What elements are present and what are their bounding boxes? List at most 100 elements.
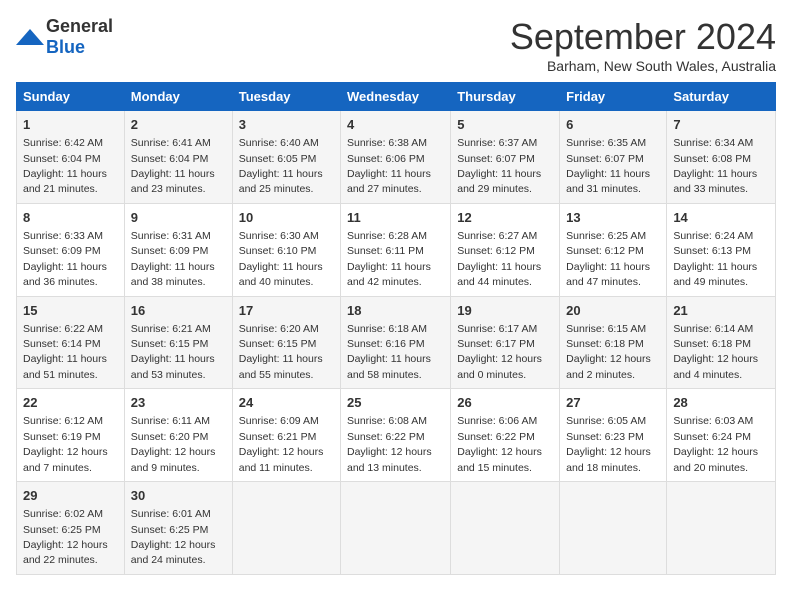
header-day-tuesday: Tuesday: [232, 83, 340, 111]
calendar-empty-cell: [451, 482, 560, 575]
calendar-day-cell: 10 Sunrise: 6:30 AMSunset: 6:10 PMDayligh…: [232, 203, 340, 296]
calendar-day-cell: 16 Sunrise: 6:21 AMSunset: 6:15 PMDayligh…: [124, 296, 232, 389]
day-info: Sunrise: 6:01 AMSunset: 6:25 PMDaylight:…: [131, 508, 216, 566]
calendar-week-row: 22Sunrise: 6:12 AMSunset: 6:19 PMDayligh…: [17, 389, 776, 482]
day-number: 9: [131, 209, 226, 227]
day-number: 10: [239, 209, 334, 227]
location-title: Barham, New South Wales, Australia: [510, 58, 776, 74]
calendar-day-cell: 19 Sunrise: 6:17 AMSunset: 6:17 PMDayligh…: [451, 296, 560, 389]
day-number: 17: [239, 302, 334, 320]
day-info: Sunrise: 6:18 AMSunset: 6:16 PMDaylight:…: [347, 323, 431, 381]
day-info: Sunrise: 6:34 AMSunset: 6:08 PMDaylight:…: [673, 137, 757, 195]
day-number: 29: [23, 487, 118, 505]
day-info: Sunrise: 6:05 AMSunset: 6:23 PMDaylight:…: [566, 415, 651, 473]
day-number: 28: [673, 394, 769, 412]
calendar-day-cell: 7 Sunrise: 6:34 AMSunset: 6:08 PMDaylight…: [667, 111, 776, 204]
calendar-day-cell: 28Sunrise: 6:03 AMSunset: 6:24 PMDayligh…: [667, 389, 776, 482]
day-number: 1: [23, 116, 118, 134]
calendar-empty-cell: [232, 482, 340, 575]
calendar-day-cell: 5Sunrise: 6:37 AMSunset: 6:07 PMDaylight…: [451, 111, 560, 204]
day-info: Sunrise: 6:09 AMSunset: 6:21 PMDaylight:…: [239, 415, 324, 473]
day-info: Sunrise: 6:42 AMSunset: 6:04 PMDaylight:…: [23, 137, 107, 195]
day-info: Sunrise: 6:06 AMSunset: 6:22 PMDaylight:…: [457, 415, 542, 473]
calendar-day-cell: 26 Sunrise: 6:06 AMSunset: 6:22 PMDayligh…: [451, 389, 560, 482]
day-number: 23: [131, 394, 226, 412]
calendar-week-row: 1 Sunrise: 6:42 AMSunset: 6:04 PMDaylight…: [17, 111, 776, 204]
day-info: Sunrise: 6:33 AMSunset: 6:09 PMDaylight:…: [23, 230, 107, 288]
header-day-wednesday: Wednesday: [341, 83, 451, 111]
calendar-day-cell: 29 Sunrise: 6:02 AMSunset: 6:25 PMDayligh…: [17, 482, 125, 575]
calendar-day-cell: 20 Sunrise: 6:15 AMSunset: 6:18 PMDayligh…: [560, 296, 667, 389]
calendar-table: SundayMondayTuesdayWednesdayThursdayFrid…: [16, 82, 776, 575]
day-number: 20: [566, 302, 660, 320]
day-info: Sunrise: 6:31 AMSunset: 6:09 PMDaylight:…: [131, 230, 215, 288]
calendar-day-cell: 22Sunrise: 6:12 AMSunset: 6:19 PMDayligh…: [17, 389, 125, 482]
day-info: Sunrise: 6:38 AMSunset: 6:06 PMDaylight:…: [347, 137, 431, 195]
day-number: 26: [457, 394, 553, 412]
day-number: 13: [566, 209, 660, 227]
calendar-week-row: 15 Sunrise: 6:22 AMSunset: 6:14 PMDayligh…: [17, 296, 776, 389]
calendar-day-cell: 2 Sunrise: 6:41 AMSunset: 6:04 PMDaylight…: [124, 111, 232, 204]
calendar-day-cell: 30 Sunrise: 6:01 AMSunset: 6:25 PMDayligh…: [124, 482, 232, 575]
calendar-day-cell: 3 Sunrise: 6:40 AMSunset: 6:05 PMDaylight…: [232, 111, 340, 204]
calendar-day-cell: 4Sunrise: 6:38 AMSunset: 6:06 PMDaylight…: [341, 111, 451, 204]
day-number: 2: [131, 116, 226, 134]
calendar-day-cell: 9 Sunrise: 6:31 AMSunset: 6:09 PMDaylight…: [124, 203, 232, 296]
logo-general: General: [46, 16, 113, 36]
day-number: 16: [131, 302, 226, 320]
calendar-day-cell: 24 Sunrise: 6:09 AMSunset: 6:21 PMDayligh…: [232, 389, 340, 482]
logo-text: General Blue: [46, 16, 113, 58]
logo-icon: [16, 27, 44, 47]
calendar-day-cell: 6Sunrise: 6:35 AMSunset: 6:07 PMDaylight…: [560, 111, 667, 204]
day-number: 8: [23, 209, 118, 227]
day-number: 12: [457, 209, 553, 227]
calendar-day-cell: 23 Sunrise: 6:11 AMSunset: 6:20 PMDayligh…: [124, 389, 232, 482]
day-number: 22: [23, 394, 118, 412]
day-number: 24: [239, 394, 334, 412]
day-number: 7: [673, 116, 769, 134]
day-info: Sunrise: 6:40 AMSunset: 6:05 PMDaylight:…: [239, 137, 323, 195]
day-number: 25: [347, 394, 444, 412]
day-number: 3: [239, 116, 334, 134]
day-number: 21: [673, 302, 769, 320]
day-info: Sunrise: 6:02 AMSunset: 6:25 PMDaylight:…: [23, 508, 108, 566]
calendar-empty-cell: [560, 482, 667, 575]
calendar-week-row: 8 Sunrise: 6:33 AMSunset: 6:09 PMDaylight…: [17, 203, 776, 296]
day-info: Sunrise: 6:11 AMSunset: 6:20 PMDaylight:…: [131, 415, 216, 473]
day-number: 11: [347, 209, 444, 227]
day-info: Sunrise: 6:37 AMSunset: 6:07 PMDaylight:…: [457, 137, 541, 195]
day-info: Sunrise: 6:41 AMSunset: 6:04 PMDaylight:…: [131, 137, 215, 195]
day-info: Sunrise: 6:08 AMSunset: 6:22 PMDaylight:…: [347, 415, 432, 473]
day-info: Sunrise: 6:24 AMSunset: 6:13 PMDaylight:…: [673, 230, 757, 288]
day-number: 15: [23, 302, 118, 320]
logo-blue: Blue: [46, 37, 85, 57]
day-info: Sunrise: 6:17 AMSunset: 6:17 PMDaylight:…: [457, 323, 542, 381]
day-info: Sunrise: 6:22 AMSunset: 6:14 PMDaylight:…: [23, 323, 107, 381]
calendar-empty-cell: [667, 482, 776, 575]
day-number: 14: [673, 209, 769, 227]
calendar-day-cell: 27 Sunrise: 6:05 AMSunset: 6:23 PMDayligh…: [560, 389, 667, 482]
day-info: Sunrise: 6:15 AMSunset: 6:18 PMDaylight:…: [566, 323, 651, 381]
calendar-day-cell: 21Sunrise: 6:14 AMSunset: 6:18 PMDayligh…: [667, 296, 776, 389]
calendar-day-cell: 14 Sunrise: 6:24 AMSunset: 6:13 PMDayligh…: [667, 203, 776, 296]
day-info: Sunrise: 6:25 AMSunset: 6:12 PMDaylight:…: [566, 230, 650, 288]
day-info: Sunrise: 6:21 AMSunset: 6:15 PMDaylight:…: [131, 323, 215, 381]
calendar-day-cell: 12 Sunrise: 6:27 AMSunset: 6:12 PMDayligh…: [451, 203, 560, 296]
header-day-friday: Friday: [560, 83, 667, 111]
day-info: Sunrise: 6:28 AMSunset: 6:11 PMDaylight:…: [347, 230, 431, 288]
calendar-day-cell: 15 Sunrise: 6:22 AMSunset: 6:14 PMDayligh…: [17, 296, 125, 389]
calendar-day-cell: 25 Sunrise: 6:08 AMSunset: 6:22 PMDayligh…: [341, 389, 451, 482]
calendar-day-cell: 1 Sunrise: 6:42 AMSunset: 6:04 PMDaylight…: [17, 111, 125, 204]
header-day-monday: Monday: [124, 83, 232, 111]
page-header: General Blue September 2024 Barham, New …: [16, 16, 776, 74]
header-day-thursday: Thursday: [451, 83, 560, 111]
header-day-saturday: Saturday: [667, 83, 776, 111]
calendar-week-row: 29 Sunrise: 6:02 AMSunset: 6:25 PMDayligh…: [17, 482, 776, 575]
day-info: Sunrise: 6:30 AMSunset: 6:10 PMDaylight:…: [239, 230, 323, 288]
day-info: Sunrise: 6:27 AMSunset: 6:12 PMDaylight:…: [457, 230, 541, 288]
day-number: 19: [457, 302, 553, 320]
day-number: 27: [566, 394, 660, 412]
title-block: September 2024 Barham, New South Wales, …: [510, 16, 776, 74]
day-number: 30: [131, 487, 226, 505]
calendar-empty-cell: [341, 482, 451, 575]
